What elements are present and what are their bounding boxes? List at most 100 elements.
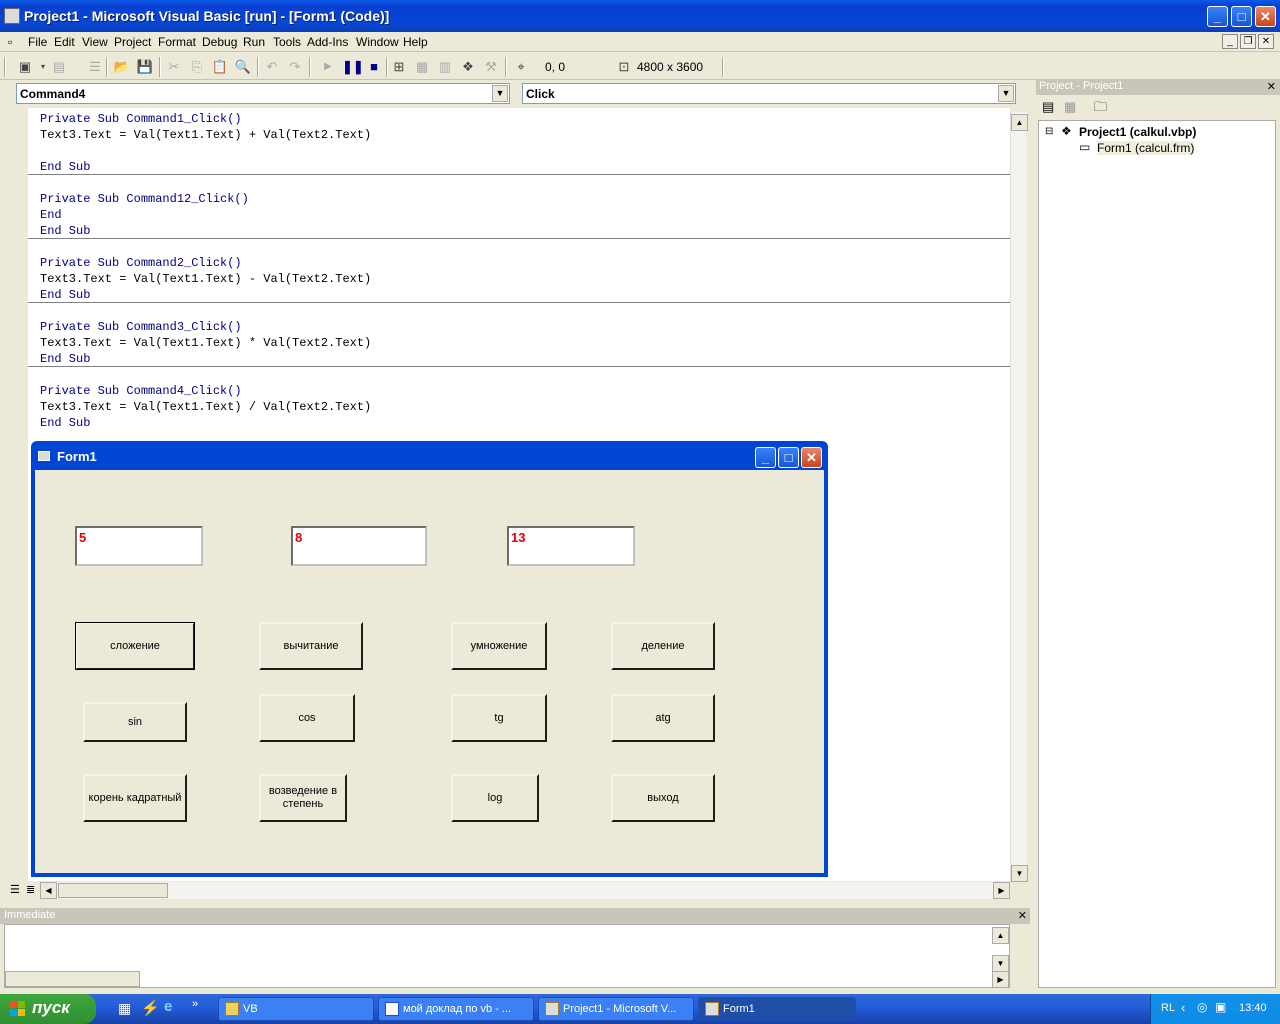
scroll-down-icon[interactable]: ▼: [992, 955, 1009, 972]
object-combo[interactable]: Command4 ▼: [16, 83, 510, 104]
find-icon[interactable]: 🔍: [234, 58, 252, 76]
close-button[interactable]: ✕: [1255, 6, 1276, 27]
save-icon[interactable]: 💾: [136, 58, 154, 76]
code-vertical-scrollbar[interactable]: ▲ ▼: [1010, 112, 1028, 882]
form1-close-button[interactable]: ✕: [801, 447, 822, 468]
toggle-folders-icon[interactable]: 🗀: [1094, 98, 1107, 120]
redo-icon[interactable]: ↷: [286, 58, 304, 76]
scroll-up-icon[interactable]: ▲: [1011, 114, 1028, 131]
menu-addins[interactable]: Add-Ins: [307, 35, 348, 49]
undo-icon[interactable]: ↶: [263, 58, 281, 76]
procedure-view-icon[interactable]: ☰: [10, 883, 20, 896]
tg-button[interactable]: tg: [451, 694, 547, 742]
menu-file[interactable]: File: [28, 35, 47, 49]
add-form-icon[interactable]: ▤: [50, 58, 68, 76]
task-vb-ide[interactable]: Project1 - Microsoft V...: [538, 997, 694, 1021]
mdi-restore-button[interactable]: ❐: [1240, 34, 1256, 49]
tray-expand-icon[interactable]: ‹: [1181, 1000, 1185, 1015]
text3-result[interactable]: 13: [507, 526, 635, 566]
form1-maximize-button[interactable]: □: [778, 447, 799, 468]
code-procedure[interactable]: Private Sub Command4_Click() Text3.Text …: [40, 383, 371, 431]
mdi-minimize-button[interactable]: _: [1222, 34, 1238, 49]
vb-app-icon[interactable]: [4, 8, 20, 24]
menu-project[interactable]: Project: [114, 35, 151, 49]
menu-tools[interactable]: Tools: [273, 35, 301, 49]
quicklaunch-more-icon[interactable]: »: [192, 998, 198, 1010]
form-icon[interactable]: [38, 451, 50, 461]
break-icon[interactable]: ❚❚: [342, 58, 364, 76]
network-icon[interactable]: ◎: [1197, 1000, 1207, 1014]
end-icon[interactable]: ■: [365, 58, 383, 76]
scroll-left-icon[interactable]: ◀: [40, 882, 57, 899]
multiply-button[interactable]: умножение: [451, 622, 547, 670]
menu-help[interactable]: Help: [403, 35, 428, 49]
exit-button[interactable]: выход: [611, 774, 715, 822]
subtract-button[interactable]: вычитание: [259, 622, 363, 670]
menu-format[interactable]: Format: [158, 35, 196, 49]
scroll-up-icon[interactable]: ▲: [992, 927, 1009, 944]
scroll-thumb[interactable]: [5, 971, 140, 987]
close-icon[interactable]: ✕: [1018, 909, 1027, 922]
open-icon[interactable]: 📂: [113, 58, 131, 76]
text1-input[interactable]: 5: [75, 526, 203, 566]
close-icon[interactable]: ✕: [1267, 80, 1276, 93]
scroll-right-icon[interactable]: ▶: [993, 882, 1010, 899]
cos-button[interactable]: cos: [259, 694, 355, 742]
procedure-combo[interactable]: Click ▼: [522, 83, 1016, 104]
power-button[interactable]: возведение в степень: [259, 774, 347, 822]
add-button[interactable]: сложение: [75, 622, 195, 670]
properties-icon[interactable]: ▦: [413, 58, 431, 76]
log-button[interactable]: log: [451, 774, 539, 822]
start-icon[interactable]: ▶: [319, 58, 337, 76]
minimize-button[interactable]: _: [1207, 6, 1228, 27]
toolbox-icon[interactable]: ⚒: [482, 58, 500, 76]
maximize-button[interactable]: □: [1231, 6, 1252, 27]
sqrt-button[interactable]: корень кадратный: [83, 774, 187, 822]
doc-icon[interactable]: ▫: [8, 35, 12, 49]
project-tree[interactable]: ⊟ ❖ Project1 (calkul.vbp) ▭ Form1 (calcu…: [1038, 120, 1276, 988]
code-horizontal-scrollbar[interactable]: ◀ ▶: [40, 882, 1010, 899]
quicklaunch-ie-icon[interactable]: e: [164, 998, 172, 1015]
project-explorer-icon[interactable]: ⊞: [390, 58, 408, 76]
scroll-down-icon[interactable]: ▼: [1011, 865, 1028, 882]
menu-editor-icon[interactable]: ☰: [86, 58, 104, 76]
view-object-icon[interactable]: ▦: [1064, 99, 1076, 115]
view-code-icon[interactable]: ▤: [1042, 99, 1054, 115]
code-procedure[interactable]: Private Sub Command3_Click() Text3.Text …: [40, 319, 371, 367]
add-project-icon[interactable]: ▣: [16, 58, 34, 76]
sin-button[interactable]: sin: [83, 702, 187, 742]
task-form1[interactable]: Form1: [698, 997, 856, 1021]
form-layout-icon[interactable]: ▥: [436, 58, 454, 76]
tree-project[interactable]: Project1 (calkul.vbp): [1079, 125, 1196, 139]
menu-edit[interactable]: Edit: [54, 35, 75, 49]
menu-view[interactable]: View: [82, 35, 108, 49]
collapse-icon[interactable]: ⊟: [1045, 126, 1053, 137]
form1-minimize-button[interactable]: _: [755, 447, 776, 468]
atg-button[interactable]: atg: [611, 694, 715, 742]
task-word-doc[interactable]: мой доклад по vb - ...: [378, 997, 534, 1021]
menu-run[interactable]: Run: [243, 35, 265, 49]
text2-input[interactable]: 8: [291, 526, 427, 566]
toolbar-grip[interactable]: [4, 57, 6, 77]
chevron-down-icon[interactable]: ▼: [492, 85, 508, 102]
chevron-down-icon[interactable]: ▼: [998, 85, 1014, 102]
volume-icon[interactable]: ▣: [1215, 1000, 1226, 1014]
menu-debug[interactable]: Debug: [202, 35, 237, 49]
divide-button[interactable]: деление: [611, 622, 715, 670]
code-procedure[interactable]: Private Sub Command1_Click() Text3.Text …: [40, 111, 371, 175]
quicklaunch-media-icon[interactable]: ⚡: [141, 999, 160, 1017]
object-browser-icon[interactable]: ❖: [459, 58, 477, 76]
language-indicator[interactable]: RL: [1161, 1002, 1175, 1014]
copy-icon[interactable]: ⎘: [188, 58, 206, 76]
mdi-close-button[interactable]: ✕: [1258, 34, 1274, 49]
scroll-right-icon[interactable]: ▶: [992, 971, 1009, 988]
paste-icon[interactable]: 📋: [211, 58, 229, 76]
cut-icon[interactable]: ✂: [165, 58, 183, 76]
code-procedure[interactable]: Private Sub Command12_Click() End End Su…: [40, 191, 249, 239]
start-button[interactable]: пуск: [0, 994, 96, 1024]
quicklaunch-desktop-icon[interactable]: ▦: [118, 1000, 131, 1017]
task-vb-folder[interactable]: VB: [218, 997, 374, 1021]
scroll-thumb[interactable]: [58, 883, 168, 898]
code-procedure[interactable]: Private Sub Command2_Click() Text3.Text …: [40, 255, 371, 303]
menu-window[interactable]: Window: [356, 35, 399, 49]
